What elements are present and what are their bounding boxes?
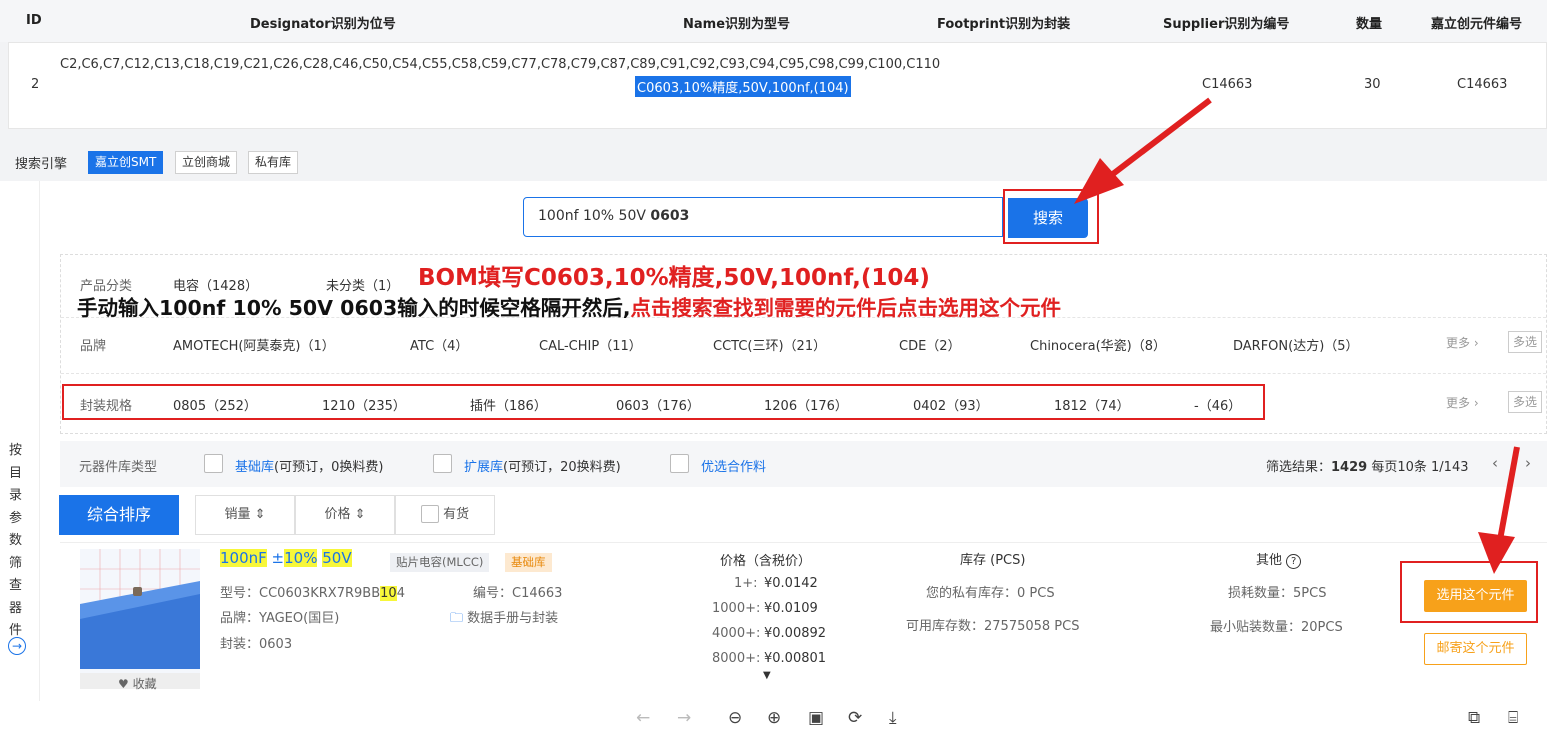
annotation-arrows (1074, 97, 1520, 574)
download-icon[interactable]: ⤓ (889, 708, 897, 728)
fit-screen-icon[interactable]: ▣ (808, 708, 824, 728)
zoom-out-icon[interactable]: ⊖ (728, 708, 742, 728)
zoom-in-icon[interactable]: ⊕ (767, 708, 781, 728)
translate-icon[interactable]: ⧉ (1468, 708, 1480, 728)
rotate-icon[interactable]: ⟳ (848, 708, 862, 728)
forward-arrow-icon[interactable]: → (677, 708, 691, 728)
back-arrow-icon[interactable]: ← (636, 708, 650, 728)
scan-text-icon[interactable]: ⌸ (1508, 708, 1518, 728)
